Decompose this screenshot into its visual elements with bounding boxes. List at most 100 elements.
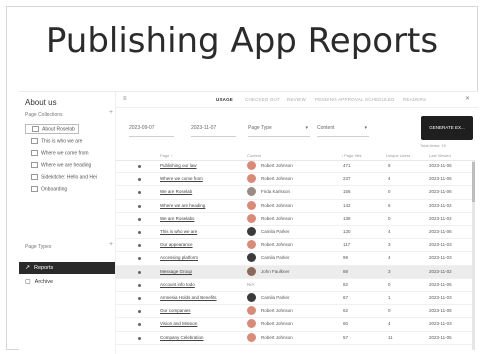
page-link[interactable]: Where we are heading xyxy=(160,203,205,208)
avatar xyxy=(247,332,256,342)
chevron-down-icon: ▾ xyxy=(305,125,308,131)
col-unique-users[interactable]: Unique Users xyxy=(386,153,410,158)
table-row[interactable]: Company Celebration Robert Johnson 57 11 202… xyxy=(115,332,475,345)
table-row[interactable]: We are Roselabs Robert Johnson 138 0 2023-11… xyxy=(115,213,475,227)
page-link[interactable]: Vision and Mission xyxy=(160,321,197,326)
page-type-select[interactable]: Page Type ▾ xyxy=(248,122,310,137)
col-page[interactable]: Page ↑ xyxy=(160,153,172,158)
tab-readers[interactable]: READERS xyxy=(403,97,426,102)
close-icon[interactable]: ✕ xyxy=(465,95,470,102)
chevron-down-icon: ▾ xyxy=(364,125,367,131)
tab-scheduled[interactable]: SCHEDULED xyxy=(365,97,395,102)
folder-icon xyxy=(32,126,39,132)
page-link[interactable]: Our appearance xyxy=(160,242,193,247)
col-content[interactable]: Content xyxy=(247,153,261,158)
add-page-type-button[interactable]: + xyxy=(109,241,113,248)
add-collection-button[interactable]: + xyxy=(109,109,113,116)
tree-item[interactable]: Sidekitche: Hello and Hei xyxy=(25,174,97,180)
table-row[interactable]: Our appearance Robert Johnson 117 3 2023-11-… xyxy=(115,239,475,253)
menu-icon[interactable]: ≡ xyxy=(123,96,127,102)
tab-review[interactable]: REVIEW xyxy=(287,97,306,102)
col-last-viewed[interactable]: Last Viewed xyxy=(429,153,451,158)
status-dot-icon xyxy=(138,204,141,208)
tab-pending-approval[interactable]: PENDING APPROVAL xyxy=(315,97,364,102)
table-row[interactable]: We are Roselab Frida Karlsson 156 0 2023-11-… xyxy=(115,186,475,200)
last-viewed: 2023-11-03 xyxy=(429,242,452,248)
table-row[interactable]: Amnesia Holds and Benefits Camila Parker 6… xyxy=(115,292,475,306)
unique-users: 9 xyxy=(388,163,391,168)
col-page-hits[interactable]: ↓ Page Hits xyxy=(341,153,361,158)
tree-item[interactable]: Where we come from xyxy=(25,150,89,156)
last-viewed: 2023-11-05 xyxy=(429,334,452,340)
table-row[interactable]: Accessing platform Camila Parker 99 4 2023-1… xyxy=(115,252,475,266)
table-row[interactable]: Where we are heading Robert Johnson 142 6 20… xyxy=(115,200,475,213)
avatar xyxy=(247,187,256,197)
status-dot-icon xyxy=(138,297,141,300)
table-row[interactable]: This is who we are Camila Parker 130 4 2023-… xyxy=(115,226,475,240)
page-link[interactable]: Publishing our law xyxy=(160,163,197,168)
page-hits: 67 xyxy=(343,295,349,300)
author-name: Camila Parker xyxy=(261,229,290,234)
author-name: N/A xyxy=(247,281,255,287)
tree-item-label: About Roselab xyxy=(42,126,75,133)
page-link[interactable]: We are Roselabs xyxy=(160,216,194,221)
page-hits: 57 xyxy=(343,334,349,340)
tree-item[interactable]: This is who we are xyxy=(25,138,82,144)
content-value: Content xyxy=(317,125,335,131)
scrollbar-thumb[interactable] xyxy=(472,162,475,202)
page-link[interactable]: Our companies xyxy=(160,308,191,313)
hero-title: Publishing App Reports xyxy=(45,21,439,61)
page-link[interactable]: Amnesia Holds and Benefits xyxy=(160,295,217,300)
table-row[interactable]: Vision and Mission Robert Johnson 60 4 2023-… xyxy=(115,318,475,332)
page-hits: 60 xyxy=(343,321,349,327)
status-dot-icon xyxy=(138,257,141,261)
tree-item-label: Sidekitche: Hello and Hei xyxy=(41,174,97,181)
unique-users: 0 xyxy=(388,189,391,195)
status-dot-icon xyxy=(138,336,141,340)
last-viewed: 2023-11-06 xyxy=(429,163,452,168)
page-type-value: Page Type xyxy=(248,125,272,131)
page-link[interactable]: Company Celebration xyxy=(160,335,204,340)
tab-checked-out[interactable]: CHECKED OUT xyxy=(245,97,280,102)
avatar xyxy=(247,319,256,329)
sidebar-title: About us xyxy=(25,98,57,107)
author-name: Camila Parker xyxy=(261,255,290,261)
sidebar-item-reports[interactable]: ↗ Reports xyxy=(19,262,115,274)
sidebar-item-archive[interactable]: ▢ Archive xyxy=(19,276,115,288)
generate-export-button[interactable]: GENERATE EX... xyxy=(421,116,473,140)
content-select[interactable]: Content ▾ xyxy=(317,122,369,137)
status-dot-icon xyxy=(138,283,141,287)
page-link[interactable]: Message Group xyxy=(160,269,192,274)
page-link[interactable]: Where we come from xyxy=(160,176,203,181)
page-link[interactable]: Account info todo xyxy=(160,282,195,287)
avatar xyxy=(247,227,256,236)
last-viewed: 2023-11-02 xyxy=(429,202,452,208)
page-link[interactable]: We are Roselab xyxy=(160,189,192,194)
author-name: Robert Johnson xyxy=(261,163,293,168)
table-row[interactable]: Account info todo N/A 82 0 2023-11-05 xyxy=(115,279,475,293)
table-row[interactable]: Publishing our law Robert Johnson 471 9 2023… xyxy=(115,160,475,174)
page-hits: 237 xyxy=(343,176,351,182)
author-name: Frida Karlsson xyxy=(261,189,291,195)
table-row[interactable]: Message Group John Faulkner 88 3 2023-11-02 xyxy=(115,265,475,279)
tree-item[interactable]: Onboarding xyxy=(25,186,67,192)
table-row[interactable]: Where we come from Robert Johnson 237 4 2023… xyxy=(115,173,475,187)
unique-users: 1 xyxy=(388,295,391,300)
avatar xyxy=(247,240,256,250)
avatar xyxy=(247,253,256,263)
page-link[interactable]: Accessing platform xyxy=(160,255,198,260)
last-viewed: 2023-11-03 xyxy=(429,255,452,261)
page-link[interactable]: This is who we are xyxy=(160,229,197,234)
tree-item[interactable]: About Roselab xyxy=(25,124,79,135)
tree-item[interactable]: Where we are heading xyxy=(25,162,91,168)
table-row[interactable]: Our companies Robert Johnson 62 0 2023-11-05 xyxy=(115,305,475,319)
total-items: Total items: 19 xyxy=(420,143,446,148)
unique-users: 4 xyxy=(388,176,391,182)
tab-usage[interactable]: USAGE xyxy=(216,97,233,102)
last-viewed: 2023-11-02 xyxy=(429,268,452,274)
last-viewed: 2023-11-03 xyxy=(429,295,452,300)
date-from-field[interactable]: 2023-09-07 xyxy=(129,122,174,137)
page-hits: 130 xyxy=(343,229,351,234)
date-to-field[interactable]: 2023-11-07 xyxy=(191,122,236,137)
avatar xyxy=(247,174,256,184)
